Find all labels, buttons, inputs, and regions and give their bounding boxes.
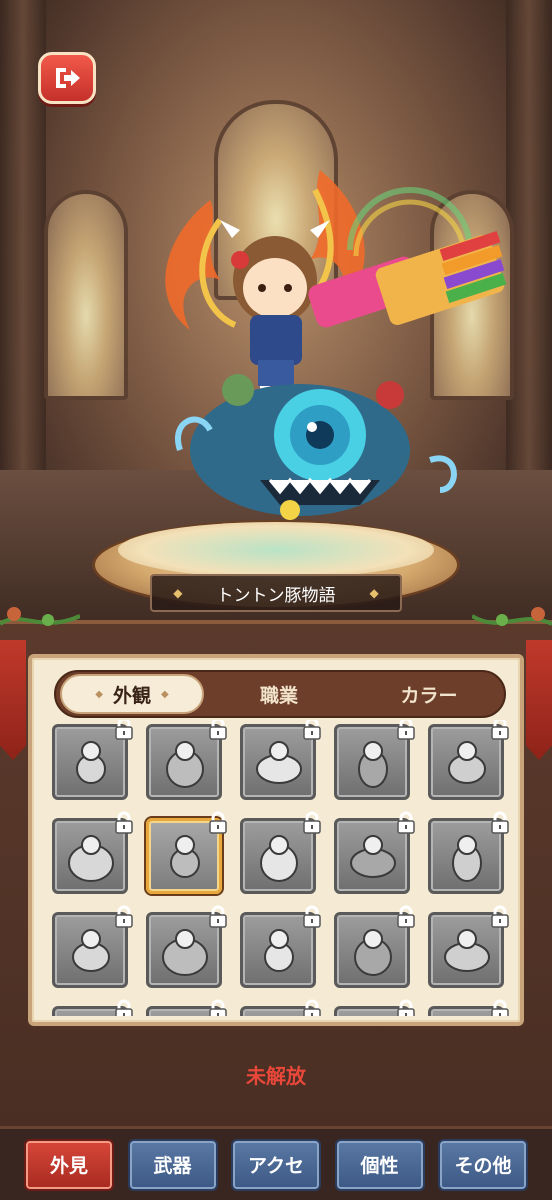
nav-weapon[interactable]: 武器 [127,1138,218,1191]
fat-beast-sprite-icon [448,741,486,784]
outfit-item-partial-3[interactable] [240,999,321,1016]
exit-button[interactable] [38,52,96,104]
lock-icon [491,811,509,834]
nav-other[interactable]: その他 [438,1138,528,1191]
character-name-plate: ◆ トントン豚物語 ◆ [150,574,402,612]
helmet-creature-sprite-icon [68,835,114,882]
cat-girl-sprite-icon [72,929,110,972]
lock-icon [115,811,133,834]
boy-sprite-icon [350,835,396,878]
robot-pile-sprite-icon [166,741,204,788]
diamond-ornament-icon: ◆ [369,586,379,600]
lock-icon [397,905,415,928]
rock-creature-sprite-icon [256,741,302,784]
outfit-item-partial-2[interactable] [146,999,227,1016]
tab-job[interactable]: 職業 [204,672,354,716]
lock-icon [209,905,227,928]
outfit-item-boy[interactable] [334,811,415,894]
diamond-ornament-icon: ◆ [161,688,169,700]
unlock-status: 未解放 [246,1064,306,1088]
tab-label: カラー [400,684,458,707]
outfit-item-hat-creature[interactable] [334,720,415,800]
outfit-item-partial-4[interactable] [334,999,415,1016]
lock-icon [115,905,133,928]
vine-decoration-left [0,607,80,626]
outfit-item-dress[interactable] [52,720,133,800]
banner-left [0,640,26,760]
character-showcase: ◆ トントン豚物語 ◆ [0,0,552,640]
outfit-item-girl[interactable] [428,811,509,894]
outfit-item-partial-1[interactable] [52,999,133,1016]
lock-icon [115,720,133,740]
lock-icon [397,720,415,740]
dark-queen-sprite-icon [444,929,490,972]
tab-label: 職業 [259,684,298,707]
lock-icon [209,999,227,1016]
item-grid-scroll[interactable] [48,720,518,1016]
lock-icon [209,811,227,834]
lock-icon [491,720,509,740]
lock-icon [491,905,509,928]
diamond-ornament-icon: ◆ [173,586,183,600]
bottom-nav: 外見 武器 アクセ 個性 その他 [0,1126,552,1200]
stained-glass-window-left [44,190,128,400]
lock-icon [303,905,321,928]
outfit-item-fat-beast[interactable] [428,720,509,800]
dress-sprite-icon [76,741,106,784]
hat-creature-sprite-icon [358,741,388,788]
character-name: トントン豚物語 [216,585,336,606]
exit-arrow-icon [56,68,80,88]
outfit-item-machine-pile[interactable] [240,811,321,894]
monster-group-sprite-icon [354,929,392,976]
character-avatar [165,170,507,520]
lock-icon [209,720,227,740]
lock-icon [303,720,321,740]
outfit-item-helmet-creature[interactable] [52,811,133,894]
lock-icon [491,999,509,1016]
outfit-item-bear-hat[interactable] [146,811,227,894]
lock-icon [115,999,133,1016]
outfit-item-dark-queen[interactable] [428,905,509,988]
lock-icon [303,999,321,1016]
outfit-item-rock-creature[interactable] [240,720,321,800]
category-tabs: ◆ 外観 ◆ 職業 カラー [54,670,506,718]
orc-sprite-icon [162,929,208,976]
tab-appearance[interactable]: ◆ 外観 ◆ [60,674,204,714]
diamond-ornament-icon: ◆ [95,688,103,700]
nav-personality[interactable]: 個性 [334,1138,425,1191]
outfit-item-orc[interactable] [146,905,227,988]
outfit-item-monster-group[interactable] [334,905,415,988]
kid-sprite-icon [264,929,294,972]
lock-icon [303,811,321,834]
tab-label: 外観 [112,684,151,707]
banner-right [526,640,552,760]
nav-appearance[interactable]: 外見 [24,1138,114,1191]
item-grid [48,720,518,1016]
lock-icon [397,811,415,834]
tab-color[interactable]: カラー [354,672,504,716]
outfit-item-cat-girl[interactable] [52,905,133,988]
lock-icon [397,999,415,1016]
nav-accessory[interactable]: アクセ [231,1138,321,1191]
appearance-panel: ◆ 外観 ◆ 職業 カラー [28,654,524,1026]
machine-pile-sprite-icon [260,835,298,882]
outfit-item-robot-pile[interactable] [146,720,227,800]
bear-hat-sprite-icon [170,835,200,878]
outfit-item-kid[interactable] [240,905,321,988]
outfit-item-partial-5[interactable] [428,999,509,1016]
girl-sprite-icon [452,835,482,882]
vine-decoration-right [472,607,552,626]
